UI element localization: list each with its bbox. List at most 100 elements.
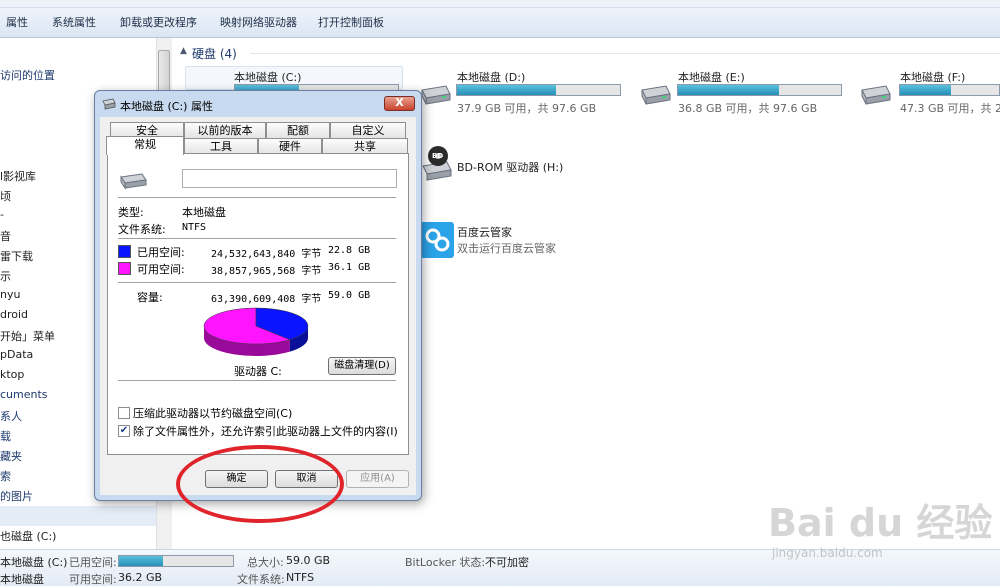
baidu-cloud-subtitle: 双击运行百度云管家 <box>457 242 556 255</box>
separator <box>118 197 396 198</box>
tab-quota[interactable]: 配额 <box>266 122 330 138</box>
status-drive-type: 本地磁盘 <box>0 573 44 586</box>
hard-drive-icon <box>421 85 451 105</box>
used-space-gb: 22.8 GB <box>328 245 371 256</box>
used-space-label: 已用空间: <box>137 246 185 259</box>
status-free-label: 可用空间: <box>69 573 117 586</box>
index-label[interactable]: 除了文件属性外，还允许索引此驱动器上文件的内容(I) <box>133 423 398 439</box>
status-total-value: 59.0 GB <box>286 554 331 567</box>
toolbar-open-control-panel[interactable]: 打开控制面板 <box>318 14 384 30</box>
compress-checkbox[interactable] <box>118 407 130 419</box>
status-bitlocker-label: BitLocker 状态: <box>405 556 486 569</box>
address-bar-strip <box>0 0 1000 8</box>
sidebar-item[interactable]: 载 <box>0 428 11 444</box>
free-space-label: 可用空间: <box>137 263 185 276</box>
red-highlight-ellipse <box>176 445 344 523</box>
index-checkbox[interactable]: ✔ <box>118 425 130 437</box>
baidu-cloud-icon <box>420 222 454 258</box>
command-toolbar: 属性 系统属性 卸载或更改程序 映射网络驱动器 打开控制面板 <box>0 0 1000 38</box>
bd-rom-drive-name[interactable]: BD-ROM 驱动器 (H:) <box>457 159 563 175</box>
compress-label[interactable]: 压缩此驱动器以节约磁盘空间(C) <box>133 405 292 421</box>
status-fs-label: 文件系统: <box>237 573 285 586</box>
group-header-hard-disks[interactable]: 硬盘 (4) <box>192 45 237 62</box>
drive-e-usage-bar <box>677 84 842 96</box>
status-used-bar <box>118 555 234 567</box>
sidebar-item[interactable]: - <box>0 208 4 221</box>
baidu-cloud-name[interactable]: 百度云管家 <box>457 224 512 240</box>
bd-rom-drive-icon <box>422 146 452 181</box>
type-label: 类型: <box>118 206 144 219</box>
drive-f-name[interactable]: 本地磁盘 (F:) <box>900 69 965 85</box>
sidebar-item[interactable]: 开始」菜单 <box>0 328 55 344</box>
close-button[interactable]: X <box>384 96 415 111</box>
sidebar-item[interactable]: cuments <box>0 388 48 401</box>
separator <box>118 238 396 239</box>
tab-general[interactable]: 常规 <box>106 136 184 155</box>
watermark-url: jingyan.baidu.com <box>772 546 883 560</box>
toolbar-map-network-drive[interactable]: 映射网络驱动器 <box>220 14 297 30</box>
drive-f-usage-bar <box>899 84 1000 96</box>
tab-sharing[interactable]: 共享 <box>322 138 408 154</box>
group-collapse-icon[interactable]: ▲ <box>180 46 187 56</box>
free-space-gb: 36.1 GB <box>328 262 371 273</box>
drive-d-space-info: 37.9 GB 可用，共 97.6 GB <box>457 102 597 115</box>
tab-tools[interactable]: 工具 <box>184 138 258 154</box>
status-total-label: 总大小: <box>247 556 284 569</box>
drive-d-name[interactable]: 本地磁盘 (D:) <box>457 69 525 85</box>
sidebar-item[interactable]: 的图片 <box>0 488 33 504</box>
free-space-bytes: 38,857,965,568 字节 <box>211 266 322 277</box>
toolbar-uninstall-program[interactable]: 卸载或更改程序 <box>120 14 197 30</box>
disk-cleanup-button[interactable]: 磁盘清理(D) <box>328 357 396 375</box>
sidebar-item[interactable]: 音 <box>0 228 11 244</box>
hard-drive-icon <box>861 85 891 105</box>
tab-previous-versions[interactable]: 以前的版本 <box>184 122 266 138</box>
drive-e-space-info: 36.8 GB 可用，共 97.6 GB <box>678 102 818 115</box>
status-drive-name: 本地磁盘 (C:) <box>0 556 68 569</box>
sidebar-item[interactable]: 系人 <box>0 408 22 424</box>
drive-c-name: 本地磁盘 (C:) <box>234 71 302 84</box>
type-value: 本地磁盘 <box>182 206 226 219</box>
tab-customize[interactable]: 自定义 <box>330 122 406 138</box>
status-bitlocker-value: 不可加密 <box>485 556 529 569</box>
baidu-jingyan-watermark: Bai du 经验 <box>768 501 993 545</box>
sidebar-item[interactable]: 雷下载 <box>0 248 33 264</box>
tab-hardware[interactable]: 硬件 <box>258 138 322 154</box>
hard-drive-icon <box>120 173 147 190</box>
sidebar-item[interactable]: 也磁盘 (C:) <box>0 528 56 544</box>
sidebar-item[interactable]: 访问的位置 <box>0 67 55 83</box>
toolbar-system-properties[interactable]: 系统属性 <box>52 14 96 30</box>
sidebar-item[interactable]: 藏夹 <box>0 448 22 464</box>
sidebar-item[interactable]: ktop <box>0 368 24 381</box>
hard-drive-icon <box>641 85 671 105</box>
capacity-gb: 59.0 GB <box>328 290 371 301</box>
status-used-label: 已用空间: <box>69 556 117 569</box>
sidebar-selection-highlight <box>0 506 156 526</box>
status-fs-value: NTFS <box>286 571 315 584</box>
sidebar-item[interactable]: 索 <box>0 468 11 484</box>
used-space-swatch <box>118 245 131 258</box>
sidebar-item[interactable]: 顷 <box>0 188 11 204</box>
dialog-title: 本地磁盘 (C:) 属性 <box>120 100 213 113</box>
used-space-bytes: 24,532,643,840 字节 <box>211 249 322 260</box>
sidebar-item[interactable]: nyu <box>0 288 20 301</box>
file-system-value: NTFS <box>182 222 207 233</box>
capacity-label: 容量: <box>137 291 163 304</box>
bd-badge: BD <box>432 152 444 160</box>
close-icon: X <box>395 96 404 109</box>
sidebar-item[interactable]: pData <box>0 348 33 361</box>
drive-e-name[interactable]: 本地磁盘 (E:) <box>678 69 745 85</box>
file-system-label: 文件系统: <box>118 223 166 236</box>
capacity-bytes: 63,390,609,408 字节 <box>211 294 322 305</box>
drive-title-icon <box>102 98 116 110</box>
apply-button[interactable]: 应用(A) <box>346 470 409 488</box>
status-free-value: 36.2 GB <box>118 571 163 584</box>
separator <box>118 380 396 381</box>
disk-usage-pie-chart <box>203 307 309 356</box>
sidebar-item[interactable]: l影视库 <box>0 168 36 184</box>
toolbar-properties[interactable]: 属性 <box>6 14 28 30</box>
drive-letter-label: 驱动器 C: <box>234 365 282 378</box>
drive-label-input[interactable] <box>182 169 397 188</box>
sidebar-item[interactable]: 示 <box>0 268 11 284</box>
sidebar-item[interactable]: droid <box>0 308 28 321</box>
drive-f-space-info: 47.3 GB 可用，共 21 <box>900 102 1000 115</box>
